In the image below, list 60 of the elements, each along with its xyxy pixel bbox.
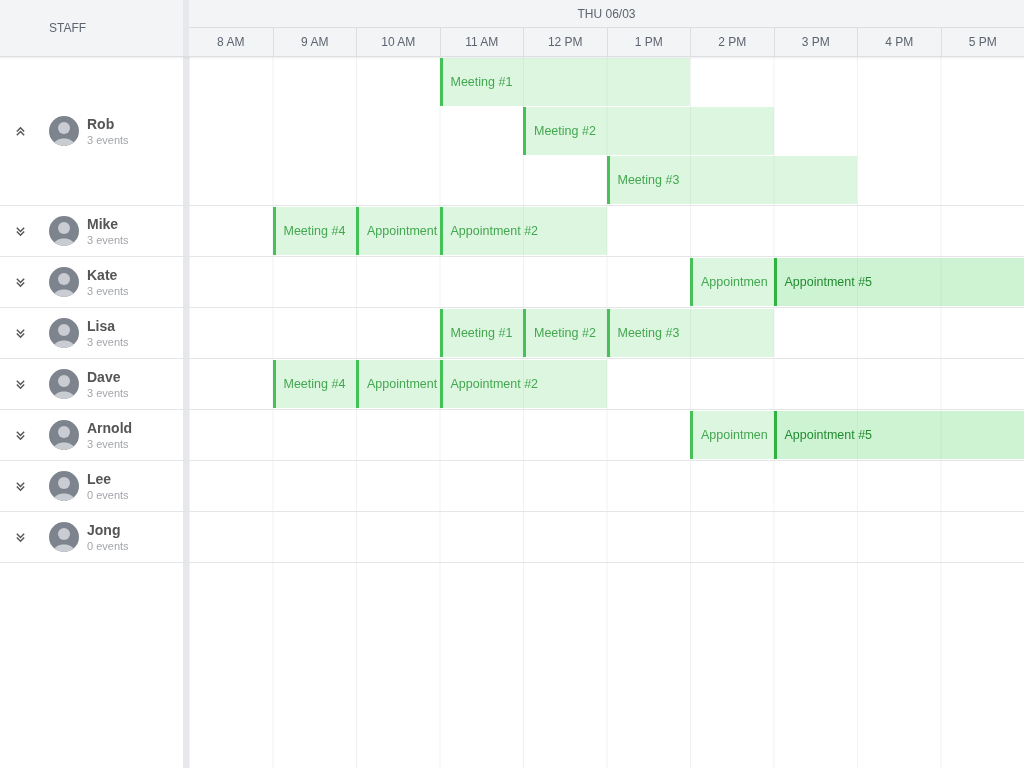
avatar-icon (49, 116, 79, 146)
event-block[interactable]: Appointment (356, 360, 440, 408)
event-block[interactable]: Meeting #3 (606, 309, 774, 357)
avatar-icon (49, 267, 79, 297)
avatar-icon (49, 369, 79, 399)
event-count: 3 events (87, 387, 129, 399)
hour-header: 11 AM (439, 28, 523, 56)
hour-header: 9 AM (272, 28, 356, 56)
event-block[interactable]: Appointmen (690, 411, 774, 459)
staff-name: Rob (87, 116, 116, 132)
hour-header: 2 PM (690, 28, 774, 56)
avatar-icon (49, 420, 79, 450)
staff-name: Jong (87, 522, 122, 538)
event-block[interactable]: Meeting #2 (523, 309, 607, 357)
hour-header: 4 PM (857, 28, 941, 56)
event-count: 3 events (87, 285, 129, 297)
event-block[interactable]: Meeting #1 (439, 309, 523, 357)
double-chevron-up-icon (14, 125, 26, 137)
staff-name: Dave (87, 369, 122, 385)
hour-header: 1 PM (606, 28, 690, 56)
event-block[interactable]: Appointment #5 (773, 258, 1024, 306)
staff-name: Mike (87, 216, 120, 232)
event-block[interactable]: Appointmen (690, 258, 774, 306)
hour-header: 5 PM (940, 28, 1024, 56)
avatar-icon (49, 522, 79, 552)
event-count: 0 events (87, 540, 129, 552)
event-count: 3 events (87, 438, 130, 450)
event-block[interactable]: Meeting #4 (272, 360, 356, 408)
staff-name: Lee (87, 471, 113, 487)
double-chevron-down-icon (14, 429, 26, 441)
event-count: 0 events (87, 489, 129, 501)
staff-name: Arnold (87, 420, 133, 436)
date-header: THU 06/03 (189, 0, 1024, 28)
hour-header: 8 AM (216, 34, 246, 51)
double-chevron-down-icon (14, 327, 26, 339)
column-header: STAFF (49, 21, 87, 35)
staff-name: Lisa (87, 318, 116, 334)
event-block[interactable]: Appointment (356, 207, 440, 255)
avatar-icon (49, 471, 79, 501)
event-block[interactable]: Meeting #1 (439, 58, 690, 106)
double-chevron-down-icon (14, 276, 26, 288)
hour-header: 3 PM (773, 28, 857, 56)
double-chevron-down-icon (14, 225, 26, 237)
event-count: 3 events (87, 336, 129, 348)
double-chevron-down-icon (14, 480, 26, 492)
event-block[interactable]: Meeting #3 (606, 156, 857, 204)
event-block[interactable]: Meeting #2 (523, 107, 774, 155)
event-block[interactable]: Appointment #2 (439, 360, 607, 408)
event-count: 3 events (87, 134, 129, 146)
double-chevron-down-icon (14, 531, 26, 543)
avatar-icon (49, 216, 79, 246)
avatar-icon (49, 318, 79, 348)
event-count: 3 events (87, 234, 129, 246)
event-block[interactable]: Meeting #4 (272, 207, 356, 255)
event-block[interactable]: Appointment #5 (773, 411, 1024, 459)
hour-header: 12 PM (523, 28, 607, 56)
event-block[interactable]: Appointment #2 (439, 207, 607, 255)
double-chevron-down-icon (14, 378, 26, 390)
hour-header: 10 AM (356, 28, 440, 56)
staff-name: Kate (87, 267, 119, 283)
